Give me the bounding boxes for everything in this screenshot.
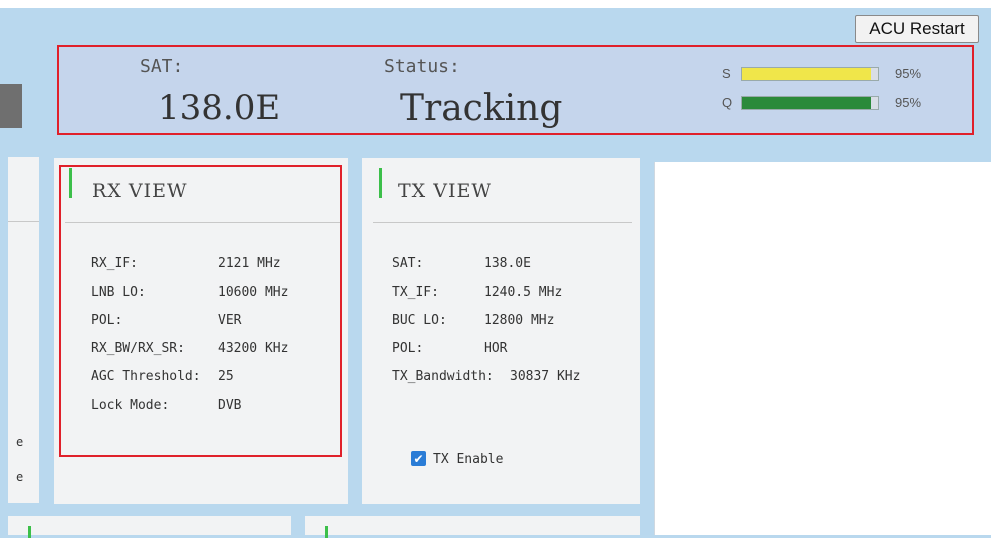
bottom-left-panel bbox=[8, 516, 291, 535]
tx-row-value: 138.0E bbox=[484, 256, 531, 271]
tx-enable-label[interactable]: TX Enable bbox=[433, 452, 503, 467]
top-border bbox=[0, 0, 991, 8]
tx-enable-checkbox[interactable]: ✔ bbox=[411, 451, 426, 466]
left-panel-text-1: e bbox=[16, 435, 24, 449]
tx-row-label: POL: bbox=[392, 341, 424, 356]
signal-meter-fill bbox=[742, 68, 872, 80]
tx-view-title: TX VIEW bbox=[398, 180, 492, 202]
quality-meter-track bbox=[741, 96, 879, 110]
signal-meter-label: S bbox=[722, 66, 731, 81]
tx-row-label: BUC LO: bbox=[392, 313, 447, 328]
left-panel-divider bbox=[8, 221, 39, 222]
tx-row-value: 1240.5 MHz bbox=[484, 285, 563, 300]
check-icon: ✔ bbox=[413, 451, 424, 466]
tx-row-value: 12800 MHz bbox=[484, 313, 555, 328]
quality-meter-fill bbox=[742, 97, 872, 109]
tx-view-accent-bar bbox=[379, 168, 382, 198]
tx-row-label: SAT: bbox=[392, 256, 424, 271]
left-partial-panel: e e bbox=[8, 157, 39, 503]
tx-row-value: 30837 KHz bbox=[510, 369, 581, 384]
tx-row-label: TX_Bandwidth: bbox=[392, 369, 494, 384]
signal-meter-percent: 95% bbox=[895, 66, 922, 81]
sat-value: 138.0E bbox=[158, 88, 281, 128]
status-value: Tracking bbox=[400, 88, 563, 129]
sat-label: SAT: bbox=[140, 56, 184, 77]
tx-row-value: HOR bbox=[484, 341, 508, 356]
right-blank-panel bbox=[654, 162, 991, 535]
bottom-middle-accent-bar bbox=[325, 526, 328, 538]
bottom-middle-panel bbox=[305, 516, 640, 535]
quality-meter-label: Q bbox=[722, 95, 733, 110]
acu-restart-button[interactable]: ACU Restart bbox=[855, 15, 979, 43]
tx-row-label: TX_IF: bbox=[392, 285, 439, 300]
left-panel-text-2: e bbox=[16, 470, 24, 484]
signal-meter-track bbox=[741, 67, 879, 81]
quality-meter-percent: 95% bbox=[895, 95, 922, 110]
tx-view-divider bbox=[373, 222, 632, 223]
rx-view-highlight-box bbox=[59, 165, 342, 457]
status-label: Status: bbox=[384, 56, 460, 77]
bottom-left-accent-bar bbox=[28, 526, 31, 538]
left-dark-tab bbox=[0, 84, 22, 128]
